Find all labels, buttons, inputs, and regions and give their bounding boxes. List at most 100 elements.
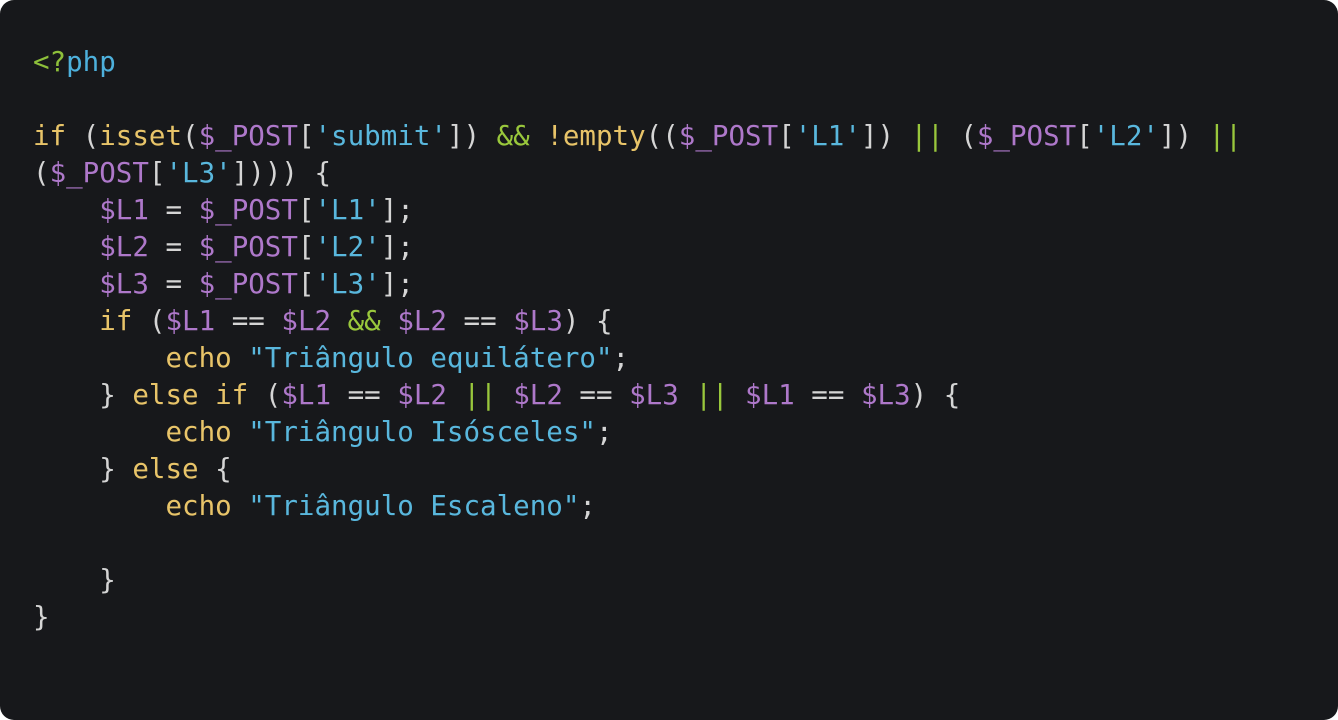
code-token-default	[33, 416, 165, 448]
code-token-string: "Triângulo Escaleno"	[248, 490, 580, 522]
code-token-default: [	[778, 120, 795, 152]
code-token-variable: $L2	[397, 379, 447, 411]
code-token-default: [	[1076, 120, 1093, 152]
code-token-default	[447, 379, 464, 411]
code-token-variable: $_POST	[198, 231, 298, 263]
code-token-variable: $_POST	[49, 157, 149, 189]
code-token-default: ==	[562, 379, 630, 411]
code-token-default: [	[148, 157, 166, 189]
code-token-php-tag-bracket: <?	[33, 46, 67, 78]
code-token-default: ;	[579, 490, 596, 522]
code-token-operator: ||	[463, 379, 497, 411]
code-line: } else {	[33, 451, 1338, 488]
code-token-default	[232, 490, 249, 522]
code-token-keyword: if	[33, 120, 83, 152]
code-token-default	[33, 268, 99, 300]
code-token-keyword: if	[99, 305, 133, 337]
code-token-default: (	[943, 120, 977, 152]
code-token-php-tag-name: php	[66, 46, 116, 78]
code-token-variable: $_POST	[198, 120, 298, 152]
code-token-keyword: echo	[165, 342, 232, 374]
code-token-default	[33, 305, 99, 337]
code-token-string: 'L2'	[314, 231, 381, 263]
code-token-default: (	[182, 120, 199, 152]
code-token-default	[530, 120, 547, 152]
code-token-string: 'submit'	[314, 120, 447, 152]
code-line: echo "Triângulo Escaleno";	[33, 488, 1338, 525]
code-token-default: ;	[595, 416, 613, 448]
code-token-variable: $L2	[513, 379, 563, 411]
code-token-default: ==	[446, 305, 514, 337]
code-snippet-panel: <?php if (isset($_POST['submit']) && !emp…	[0, 0, 1338, 720]
code-body: <?php if (isset($_POST['submit']) && !emp…	[33, 44, 1338, 636]
code-token-variable: $_POST	[198, 194, 298, 226]
code-line: echo "Triângulo equilátero";	[33, 340, 1338, 377]
code-token-default: }	[33, 379, 133, 411]
code-token-string: "Triângulo equilátero"	[248, 342, 613, 374]
code-token-operator: &&	[496, 120, 530, 152]
code-token-default: (	[33, 157, 50, 189]
code-token-default	[33, 194, 99, 226]
code-token-variable: $L2	[99, 231, 149, 263]
code-line: echo "Triângulo Isósceles";	[33, 414, 1338, 451]
code-line: $L1 = $_POST['L1'];	[33, 192, 1338, 229]
code-token-default: (	[132, 305, 166, 337]
code-line: $L3 = $_POST['L3'];	[33, 266, 1338, 303]
code-token-default: ])	[446, 120, 497, 152]
code-token-default	[33, 231, 99, 263]
code-token-string: 'L1'	[314, 194, 381, 226]
code-token-keyword: !empty	[546, 120, 646, 152]
code-token-default: }	[33, 564, 116, 596]
code-token-default: [	[297, 120, 315, 152]
code-token-variable: $L1	[165, 305, 216, 337]
code-token-default: ==	[215, 305, 282, 337]
code-token-default: =	[148, 231, 199, 263]
code-token-keyword: echo	[165, 416, 232, 448]
code-token-operator: &&	[347, 305, 381, 337]
code-token-variable: $L3	[513, 305, 563, 337]
code-token-default	[497, 379, 514, 411]
code-token-default: [	[297, 194, 315, 226]
code-token-default: ) {	[562, 305, 613, 337]
code-line: }	[33, 599, 1338, 636]
code-token-string: 'L3'	[314, 268, 381, 300]
code-token-default: ) {	[910, 379, 961, 411]
code-token-default: ]))) {	[231, 157, 332, 189]
code-token-string: 'L2'	[1092, 120, 1159, 152]
code-token-default	[232, 342, 249, 374]
code-token-variable: $_POST	[198, 268, 298, 300]
code-token-default: =	[148, 194, 199, 226]
code-token-variable: $L3	[629, 379, 679, 411]
code-token-default: ==	[331, 379, 398, 411]
code-token-default: ;	[612, 342, 630, 374]
code-token-default: ((	[645, 120, 679, 152]
code-token-default: (	[82, 120, 100, 152]
code-token-keyword: echo	[165, 490, 232, 522]
code-line: }	[33, 562, 1338, 599]
code-token-default: [	[297, 268, 315, 300]
code-token-default: }	[33, 453, 133, 485]
code-token-default: ];	[380, 268, 414, 300]
code-line: ($_POST['L3']))) {	[33, 155, 1338, 192]
code-token-keyword: else	[132, 453, 199, 485]
code-token-default: =	[148, 268, 199, 300]
code-token-default	[33, 490, 165, 522]
code-token-default: }	[33, 601, 50, 633]
code-token-default: ])	[860, 120, 911, 152]
code-token-default	[679, 379, 696, 411]
code-token-operator: ||	[695, 379, 729, 411]
code-token-keyword: else if	[132, 379, 249, 411]
code-token-variable: $L1	[281, 379, 332, 411]
code-line: <?php	[33, 44, 1338, 81]
code-token-default: ];	[380, 231, 414, 263]
code-token-string: 'L1'	[794, 120, 861, 152]
code-token-variable: $L3	[99, 268, 149, 300]
code-token-operator: ||	[1208, 120, 1242, 152]
code-token-default: ==	[794, 379, 861, 411]
code-line: } else if ($L1 == $L2 || $L2 == $L3 || $…	[33, 377, 1338, 414]
code-token-operator: ||	[910, 120, 944, 152]
code-token-keyword: isset	[99, 120, 183, 152]
code-token-default: ];	[380, 194, 414, 226]
